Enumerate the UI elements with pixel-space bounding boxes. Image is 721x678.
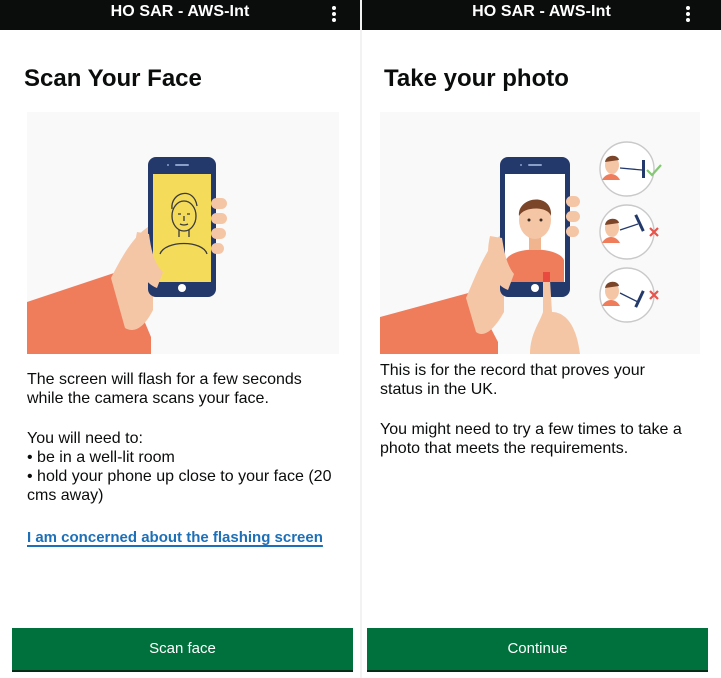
record-explanation-line-2: status in the UK. [380,381,498,398]
check-icon [646,164,662,177]
app-title: HO SAR - AWS-Int [472,3,611,20]
cross-icon [649,290,659,300]
requirement-item-continued: cms away) [27,487,104,504]
retry-explanation-line-1: You might need to try a few times to tak… [380,421,682,438]
flash-explanation-line-2: while the camera scans your face. [27,390,269,407]
page-title: Take your photo [384,65,569,92]
page-title: Scan Your Face [24,65,202,92]
requirement-item: • be in a well-lit room [27,449,175,466]
requirements-intro: You will need to: [27,430,143,447]
scan-face-button[interactable]: Scan face [12,628,353,670]
more-vert-icon[interactable] [680,4,696,26]
record-explanation-line-1: This is for the record that proves your [380,362,645,379]
app-title: HO SAR - AWS-Int [110,3,250,20]
face-scan-illustration [27,112,339,354]
more-vert-icon[interactable] [326,4,342,26]
app-bar: HO SAR - AWS-Int [362,0,721,30]
cross-icon [649,227,659,237]
requirement-item: • hold your phone up close to your face … [27,468,332,485]
flash-explanation-line-1: The screen will flash for a few seconds [27,371,302,388]
scan-face-screen: HO SAR - AWS-Int Scan Your Face The scre… [0,0,360,678]
take-photo-screen: HO SAR - AWS-Int Take your photo This is… [362,0,721,678]
app-bar: HO SAR - AWS-Int [0,0,360,30]
flashing-screen-concern-link[interactable]: I am concerned about the flashing screen [27,529,323,546]
continue-button[interactable]: Continue [367,628,708,670]
retry-explanation-line-2: photo that meets the requirements. [380,440,629,457]
